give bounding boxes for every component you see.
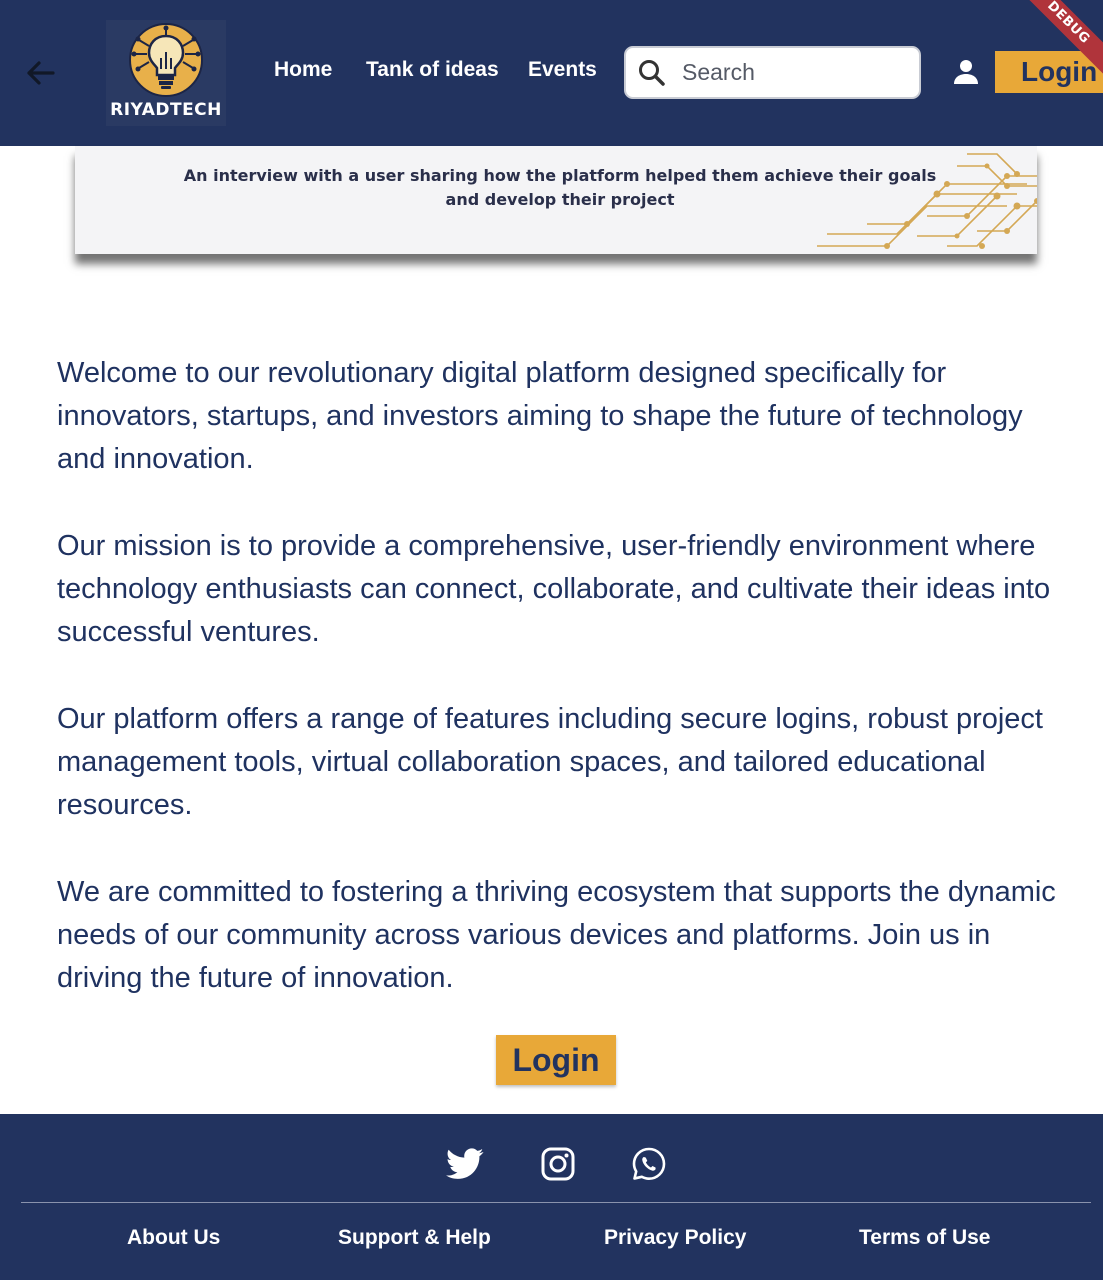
paragraph-features: Our platform offers a range of features …: [57, 703, 1043, 821]
search-input[interactable]: [682, 59, 902, 86]
paragraph-welcome: Welcome to our revolutionary digital pla…: [57, 357, 1023, 475]
footer-link-terms[interactable]: Terms of Use: [859, 1226, 991, 1250]
footer-link-support[interactable]: Support & Help: [338, 1226, 491, 1250]
lightbulb-logo-icon: [129, 23, 203, 97]
footer-link-privacy[interactable]: Privacy Policy: [604, 1226, 746, 1250]
search-box[interactable]: [624, 46, 921, 99]
account-button[interactable]: [948, 54, 984, 90]
whatsapp-icon: [632, 1147, 666, 1180]
footer-link-about[interactable]: About Us: [127, 1226, 220, 1250]
instagram-icon: [541, 1147, 575, 1181]
about-content: Welcome to our revolutionary digital pla…: [57, 352, 1057, 1044]
back-button[interactable]: [20, 53, 60, 93]
content-login-button[interactable]: Login: [496, 1035, 616, 1085]
arrow-left-icon: [27, 61, 55, 85]
nav-events[interactable]: Events: [528, 58, 597, 82]
logo-text: RIYADTECH: [110, 100, 222, 120]
app-footer: About Us Support & Help Privacy Policy T…: [0, 1114, 1103, 1280]
interview-banner[interactable]: An interview with a user sharing how the…: [75, 146, 1037, 254]
circuit-decoration-icon: [817, 153, 1037, 249]
paragraph-mission: Our mission is to provide a comprehensiv…: [57, 530, 1051, 648]
social-links: [0, 1146, 1103, 1182]
nav-home[interactable]: Home: [274, 58, 332, 82]
search-icon: [639, 59, 665, 86]
twitter-icon: [446, 1148, 484, 1179]
footer-divider: [21, 1202, 1091, 1203]
riyadtech-logo[interactable]: RIYADTECH: [106, 20, 226, 126]
app-header: RIYADTECH Home Tank of ideas Events Logi…: [0, 0, 1103, 146]
paragraph-commitment: We are committed to fostering a thriving…: [57, 876, 1056, 994]
person-icon: [954, 60, 978, 84]
whatsapp-link[interactable]: [630, 1146, 668, 1182]
instagram-link[interactable]: [539, 1146, 577, 1182]
twitter-link[interactable]: [446, 1146, 484, 1182]
nav-tank-of-ideas[interactable]: Tank of ideas: [366, 58, 499, 82]
